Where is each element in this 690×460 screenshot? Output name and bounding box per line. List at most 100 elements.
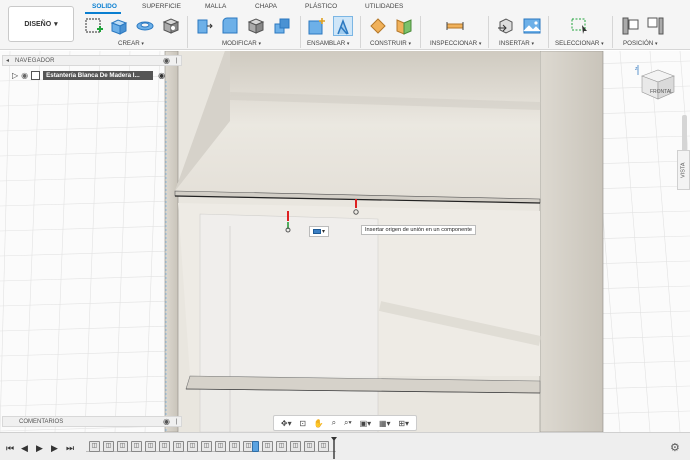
panel-close-icon[interactable]: ❘	[174, 57, 179, 64]
panel-pin-icon[interactable]: ◉	[163, 56, 170, 65]
revert-position-icon[interactable]	[646, 16, 666, 36]
workspace-switcher[interactable]: DISEÑO ▾	[8, 6, 74, 42]
offset-plane-icon[interactable]	[368, 16, 388, 36]
timeline-feature[interactable]: ◫	[276, 441, 287, 452]
group-seleccionar-label: SELECCIONAR	[555, 40, 600, 47]
step-forward-icon[interactable]: ▶	[51, 443, 58, 454]
collapse-icon[interactable]: ◂	[6, 57, 9, 64]
viewports-icon[interactable]: ⊞▾	[398, 419, 409, 428]
group-posicion[interactable]: POSICIÓN ▾	[623, 40, 658, 47]
group-seleccionar[interactable]: SELECCIONAR ▾	[555, 40, 604, 47]
go-to-end-icon[interactable]: ⏭	[66, 443, 74, 454]
timeline-feature[interactable]: ◫	[201, 441, 212, 452]
browser-root-item[interactable]: ▷ ◉ Estantería Blanca De Madera I... ◉	[12, 70, 182, 81]
step-back-icon[interactable]: ◀	[21, 443, 28, 454]
fillet-icon[interactable]	[220, 16, 240, 36]
timeline-feature[interactable]: ◫	[89, 441, 100, 452]
revolve-icon[interactable]	[135, 16, 155, 36]
grid-settings-icon[interactable]: ▦▾	[379, 419, 391, 428]
group-modificar[interactable]: MODIFICAR ▾	[222, 40, 261, 47]
timeline-feature[interactable]: ◫	[215, 441, 226, 452]
panel-close-icon[interactable]: ❘	[174, 418, 179, 425]
joint-origin-dropdown[interactable]: ▾	[309, 226, 329, 237]
group-posicion-label: POSICIÓN	[623, 40, 654, 47]
timeline-feature[interactable]: ◫	[304, 441, 315, 452]
add-comment-icon[interactable]: ◉	[163, 417, 170, 426]
3d-viewport[interactable]	[0, 51, 690, 432]
timeline-marker[interactable]	[331, 437, 337, 459]
extrude-icon[interactable]	[109, 16, 129, 36]
plane-at-angle-icon[interactable]	[394, 16, 414, 36]
timeline-feature[interactable]: ◫	[173, 441, 184, 452]
tab-solido[interactable]: SOLIDO	[92, 3, 117, 10]
orbit-icon[interactable]: ✥▾	[281, 419, 292, 428]
comments-panel-header[interactable]: COMENTARIOS ◉ ❘	[2, 416, 182, 427]
snap-icon	[312, 229, 321, 234]
joint-icon[interactable]	[333, 16, 353, 36]
zoom-icon[interactable]: ⌕	[332, 418, 336, 428]
group-inspeccionar[interactable]: INSPECCIONAR ▾	[430, 40, 481, 47]
timeline-feature[interactable]: ◫	[131, 441, 142, 452]
box-icon[interactable]	[161, 16, 181, 36]
pan-icon[interactable]: ✋	[314, 419, 324, 428]
capture-position-icon[interactable]	[620, 16, 640, 36]
chevron-down-icon: ▾	[54, 21, 58, 28]
viewport-scrollbar[interactable]	[682, 115, 687, 155]
tab-plastico[interactable]: PLÁSTICO	[305, 3, 337, 10]
zoom-window-icon[interactable]: ⌕▾	[344, 418, 352, 428]
timeline-feature[interactable]: ◫	[229, 441, 240, 452]
root-component-label: Estantería Blanca De Madera I...	[43, 71, 154, 80]
timeline-feature[interactable]: ◫	[117, 441, 128, 452]
tab-malla[interactable]: MALLA	[205, 3, 226, 10]
comments-title: COMENTARIOS	[19, 418, 64, 425]
timeline-settings-gear-icon[interactable]: ⚙	[670, 441, 680, 454]
timeline-feature[interactable]: ◫	[145, 441, 156, 452]
new-component-icon[interactable]	[307, 16, 327, 36]
timeline-joint-feature[interactable]	[252, 441, 259, 452]
activate-component-icon[interactable]: ◉	[158, 71, 165, 80]
group-crear[interactable]: CREAR ▾	[118, 40, 144, 47]
group-ensamblar[interactable]: ENSAMBLAR ▾	[307, 40, 349, 47]
press-pull-icon[interactable]	[194, 16, 214, 36]
divider	[420, 16, 421, 48]
tab-chapa[interactable]: CHAPA	[255, 3, 277, 10]
timeline-feature[interactable]: ◫	[318, 441, 329, 452]
document-icon	[31, 71, 41, 80]
expand-icon[interactable]: ▷	[12, 71, 18, 80]
group-construir[interactable]: CONSTRUIR ▾	[370, 40, 411, 47]
timeline-feature[interactable]: ◫	[187, 441, 198, 452]
insert-canvas-icon[interactable]	[522, 16, 542, 36]
play-icon[interactable]: ▶	[36, 443, 43, 454]
group-construir-label: CONSTRUIR	[370, 40, 407, 47]
vista-side-tab[interactable]: VISTA	[677, 150, 690, 190]
insert-derive-icon[interactable]	[496, 16, 516, 36]
divider	[360, 16, 361, 48]
timeline-feature[interactable]: ◫	[103, 441, 114, 452]
timeline: ⏮ ◀ ▶ ▶ ⏭ ◫ ◫ ◫ ◫ ◫ ◫ ◫ ◫ ◫ ◫ ◫ ◫ ◫ ◫ ◫ …	[0, 432, 690, 460]
go-to-start-icon[interactable]: ⏮	[6, 443, 14, 454]
viewcube[interactable]: FRONTAL z	[632, 62, 682, 108]
workspace-label: DISEÑO	[24, 20, 52, 28]
svg-text:z: z	[635, 66, 638, 72]
combine-icon[interactable]	[272, 16, 292, 36]
select-icon[interactable]	[570, 16, 590, 36]
look-at-icon[interactable]: ⊡	[299, 419, 306, 428]
measure-icon[interactable]	[445, 16, 465, 36]
divider	[488, 16, 489, 48]
group-ensamblar-label: ENSAMBLAR	[307, 40, 346, 47]
chamfer-icon[interactable]	[246, 16, 266, 36]
divider	[187, 16, 188, 48]
divider	[300, 16, 301, 48]
tab-superficie[interactable]: SUPERFICIE	[142, 3, 181, 10]
browser-title: NAVEGADOR	[15, 57, 55, 64]
tab-utilidades[interactable]: UTILIDADES	[365, 3, 403, 10]
timeline-feature[interactable]: ◫	[290, 441, 301, 452]
browser-panel-header[interactable]: ◂ NAVEGADOR ◉ ❘	[2, 55, 182, 66]
timeline-feature[interactable]: ◫	[159, 441, 170, 452]
visibility-eye-icon[interactable]: ◉	[21, 71, 28, 80]
active-tab-indicator	[85, 12, 121, 14]
group-insertar[interactable]: INSERTAR ▾	[499, 40, 534, 47]
timeline-feature[interactable]: ◫	[262, 441, 273, 452]
display-settings-icon[interactable]: ▣▾	[360, 419, 372, 428]
create-sketch-icon[interactable]	[84, 16, 104, 36]
